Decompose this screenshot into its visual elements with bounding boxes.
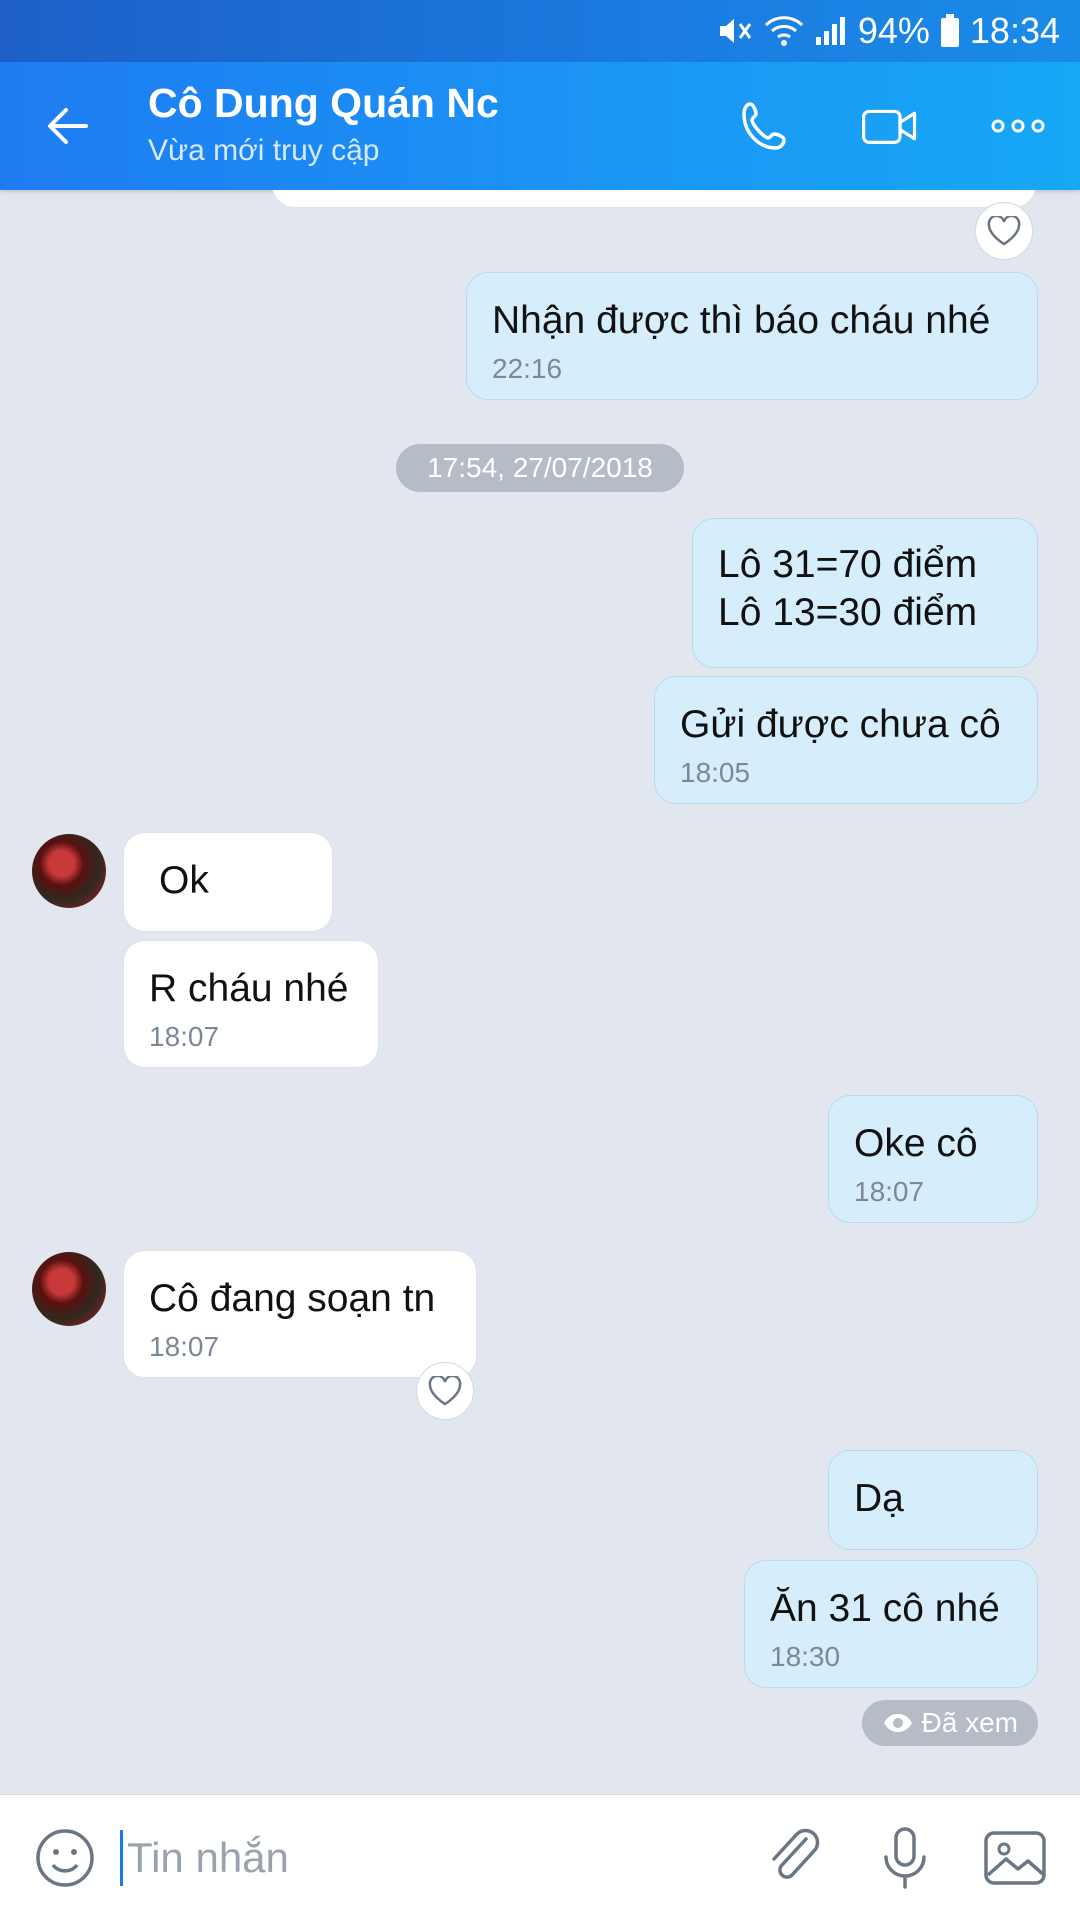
microphone-icon[interactable] xyxy=(872,1825,938,1891)
message-text: Cô đang soạn tn xyxy=(149,1277,436,1320)
phone-icon[interactable] xyxy=(736,96,796,156)
message-text: Ăn 31 cô nhé xyxy=(770,1587,1000,1630)
message-time: 18:30 xyxy=(770,1641,841,1672)
message-time: 18:05 xyxy=(680,757,751,788)
wifi-icon xyxy=(764,16,803,46)
chat-header: Cô Dung Quán Nc Vừa mới truy cập xyxy=(0,62,1080,190)
message-text: Dạ xyxy=(854,1477,904,1520)
battery-percent: 94% xyxy=(857,10,930,51)
message-bubble[interactable]: Gửi được chưa cô 18:05 xyxy=(654,676,1038,804)
message-bubble[interactable]: Nhận được thì báo cháu nhé 22:16 xyxy=(466,272,1038,400)
message-bubble[interactable]: Cô đang soạn tn 18:07 xyxy=(123,1250,477,1378)
mute-icon xyxy=(719,19,752,43)
message-bubble[interactable]: Ăn 31 cô nhé 18:30 xyxy=(744,1560,1038,1688)
message-input-placeholder: Tin nhắn xyxy=(127,1834,289,1881)
message-bubble[interactable]: Oke cô 18:07 xyxy=(828,1095,1038,1223)
video-camera-icon[interactable] xyxy=(860,96,920,156)
message-text-line2: Lô 13=30 điểm xyxy=(718,591,978,634)
status-bar: 94% 18:34 xyxy=(0,0,1080,62)
message-time: 22:16 xyxy=(492,353,563,384)
heart-icon[interactable] xyxy=(975,202,1033,260)
contact-name[interactable]: Cô Dung Quán Nc xyxy=(148,80,499,127)
signal-icon xyxy=(815,17,845,45)
message-text: R cháu nhé xyxy=(149,967,349,1010)
composer: Tin nhắn xyxy=(0,1794,1080,1921)
seen-indicator: Đã xem xyxy=(861,1700,1038,1746)
message-text: Ok xyxy=(159,859,209,902)
eye-icon xyxy=(883,1714,912,1732)
message-bubble[interactable]: R cháu nhé 18:07 xyxy=(123,940,379,1068)
avatar[interactable] xyxy=(32,834,106,908)
message-bubble[interactable]: Ok xyxy=(123,832,333,932)
emoji-icon[interactable] xyxy=(32,1825,98,1891)
message-time: 18:07 xyxy=(149,1021,220,1052)
message-text: Gửi được chưa cô xyxy=(680,703,1001,746)
clock: 18:34 xyxy=(969,10,1060,51)
heart-icon[interactable] xyxy=(416,1362,474,1420)
avatar[interactable] xyxy=(32,1252,106,1326)
date-separator: 17:54, 27/07/2018 xyxy=(396,444,684,492)
message-list[interactable]: Nhận được thì báo cháu nhé 22:16 17:54, … xyxy=(0,190,1080,1794)
message-bubble[interactable]: Lô 31=70 điểm Lô 13=30 điểm xyxy=(692,518,1038,668)
contact-status: Vừa mới truy cập xyxy=(148,134,380,167)
battery-icon xyxy=(940,14,959,47)
message-input[interactable]: Tin nhắn xyxy=(120,1825,720,1891)
message-time: 18:07 xyxy=(854,1176,925,1207)
message-text: Nhận được thì báo cháu nhé xyxy=(492,299,991,342)
message-bubble-partial xyxy=(272,190,1036,208)
image-icon[interactable] xyxy=(982,1825,1048,1891)
seen-label: Đã xem xyxy=(921,1707,1018,1738)
more-dots-icon[interactable] xyxy=(988,96,1048,156)
arrow-left-icon[interactable] xyxy=(40,98,96,154)
message-time: 18:07 xyxy=(149,1331,220,1362)
text-caret xyxy=(120,1830,123,1886)
message-text: Lô 31=70 điểm xyxy=(718,543,978,586)
paperclip-icon[interactable] xyxy=(762,1825,828,1891)
message-text: Oke cô xyxy=(854,1122,978,1165)
message-bubble[interactable]: Dạ xyxy=(828,1450,1038,1550)
